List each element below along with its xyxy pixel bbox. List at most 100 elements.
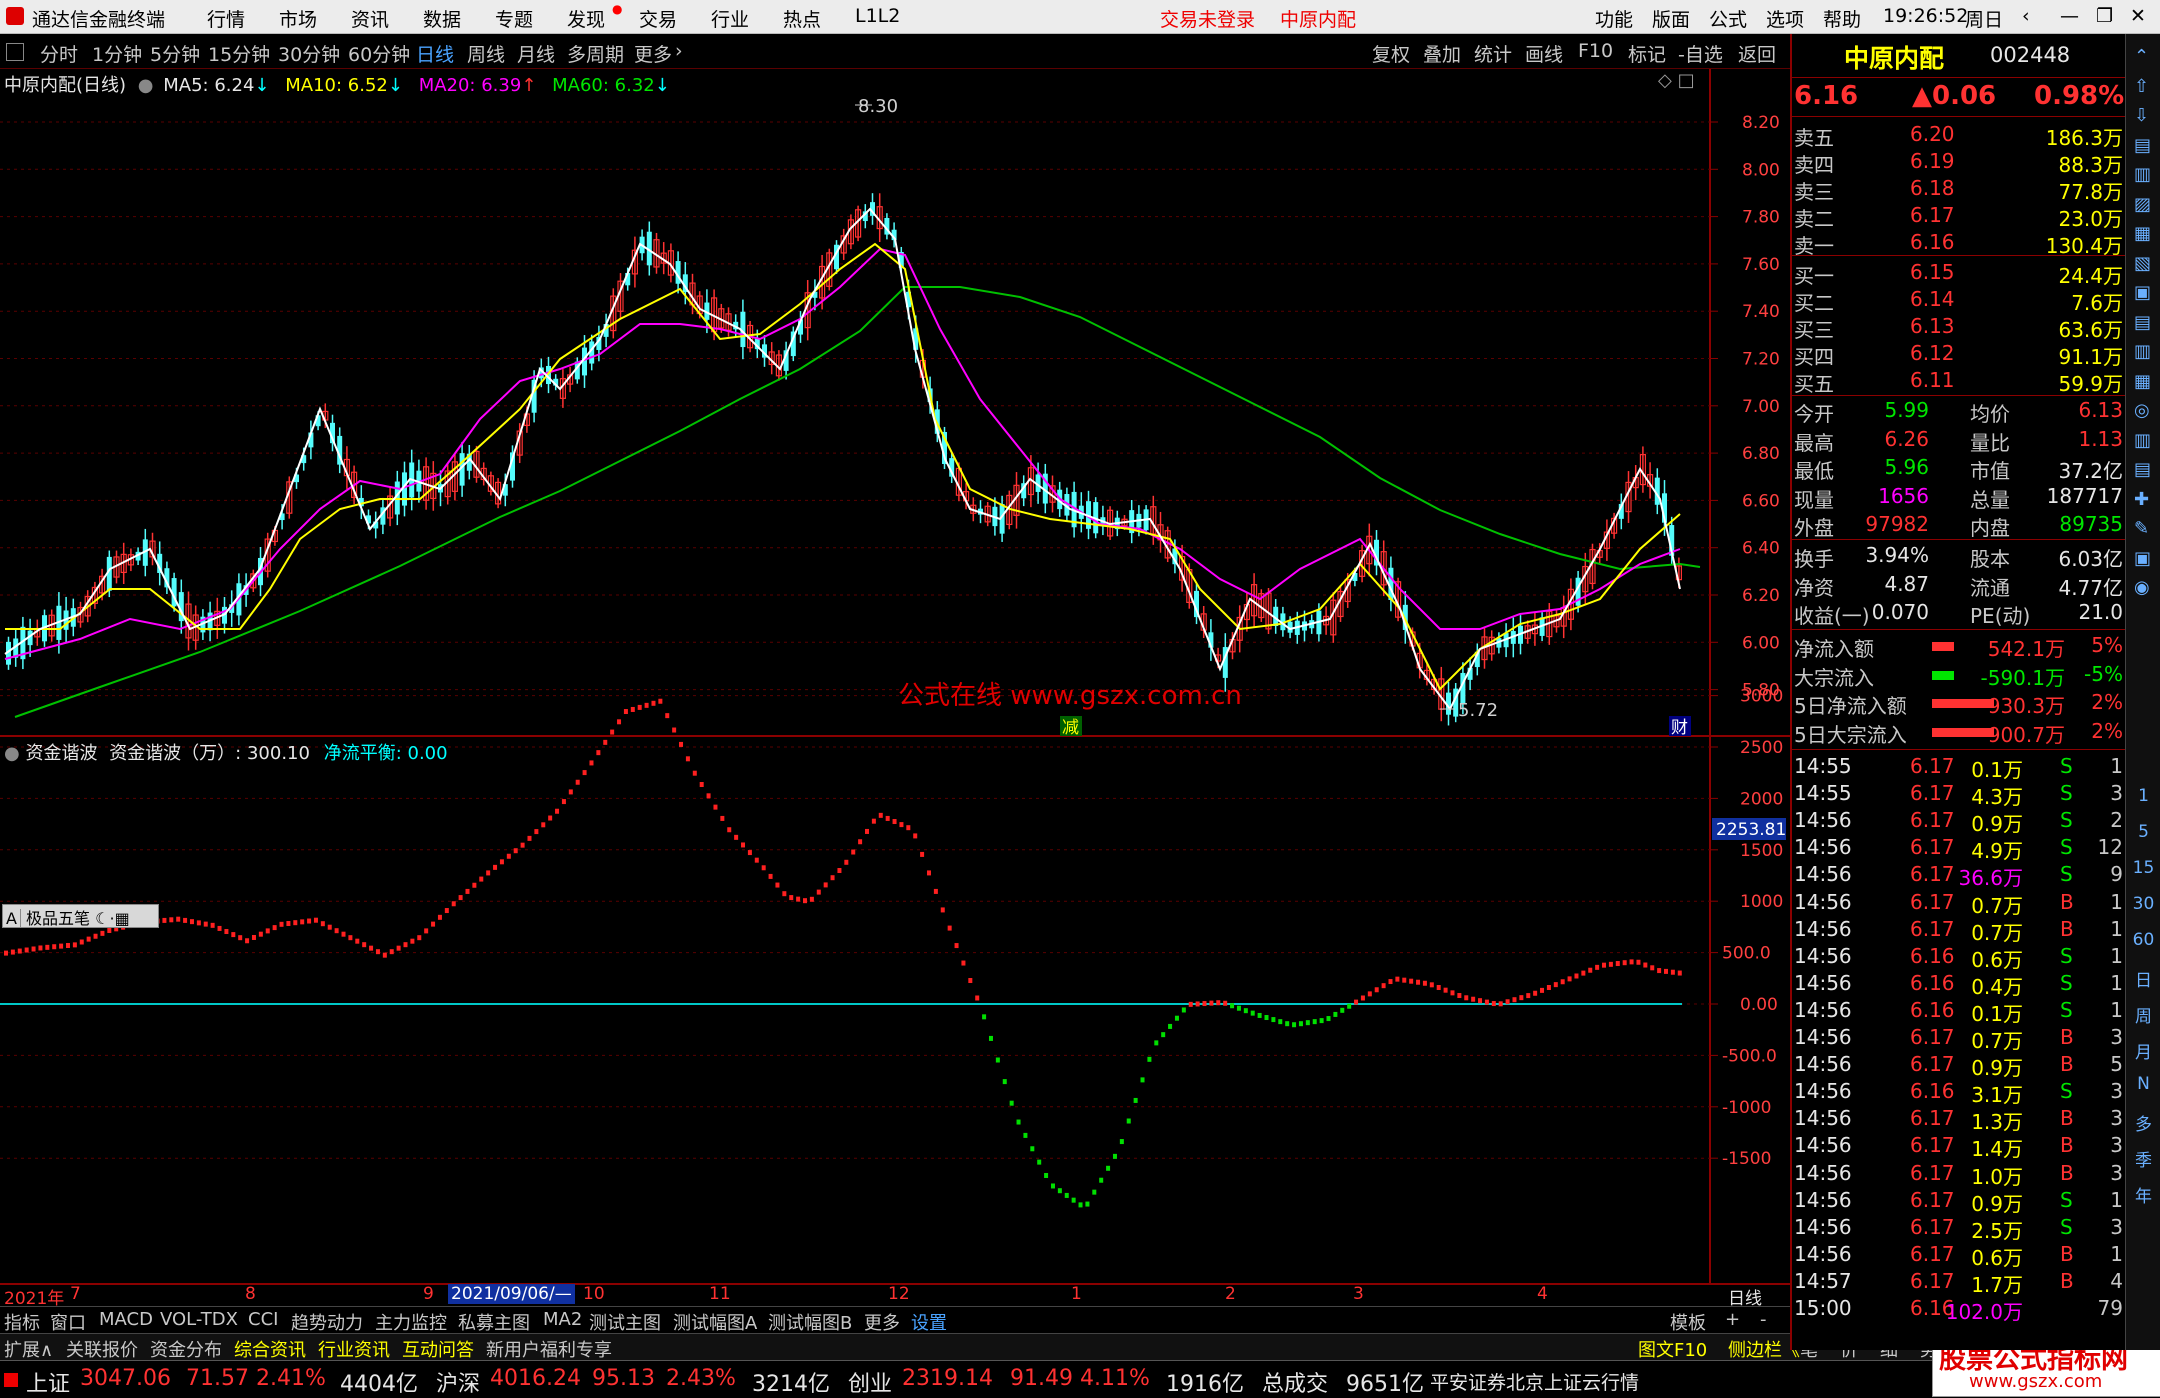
- tab-gengduo[interactable]: 更多: [864, 1309, 900, 1335]
- index-name[interactable]: 沪深: [436, 1366, 480, 1398]
- pen-icon[interactable]: ✎: [2134, 518, 2149, 539]
- trend-icon[interactable]: ▨: [2134, 194, 2151, 215]
- period-shortcut[interactable]: 年: [2126, 1182, 2160, 1207]
- menu-redian[interactable]: 热点: [783, 5, 821, 32]
- restore-icon[interactable]: ❐: [2096, 5, 2113, 27]
- tab-15min[interactable]: 15分钟: [208, 40, 270, 67]
- tab-macd[interactable]: MACD: [99, 1309, 153, 1330]
- period-shortcut[interactable]: N: [2126, 1074, 2160, 1094]
- period-shortcut[interactable]: 周: [2126, 1002, 2160, 1027]
- tab-ceshi-b[interactable]: 测试幅图B: [768, 1309, 852, 1335]
- tool-fanhui[interactable]: 返回: [1738, 40, 1776, 67]
- marker-jian[interactable]: 减: [1062, 718, 1079, 738]
- stock-notice[interactable]: 中原内配: [1280, 5, 1356, 32]
- tab-1min[interactable]: 1分钟: [92, 40, 142, 67]
- tab-60min[interactable]: 60分钟: [348, 40, 410, 67]
- tool-f10[interactable]: F10: [1578, 40, 1613, 62]
- zoom-in-button[interactable]: +: [1725, 1309, 1740, 1330]
- tab-chuangkou[interactable]: 窗口: [50, 1309, 86, 1335]
- tab-30min[interactable]: 30分钟: [278, 40, 340, 67]
- f10-button[interactable]: 图文F10: [1638, 1336, 1707, 1362]
- tab-zhibiao[interactable]: 指标: [4, 1309, 40, 1335]
- tab-ma2[interactable]: MA2: [543, 1309, 582, 1330]
- tab-ceshi-zhutu[interactable]: 测试主图: [589, 1309, 661, 1335]
- chevron-up-icon[interactable]: ⌃: [2134, 46, 2149, 67]
- period-shortcut[interactable]: 60: [2126, 930, 2160, 950]
- menu-banmian[interactable]: 版面: [1652, 5, 1690, 32]
- circle-icon[interactable]: ◎: [2134, 400, 2150, 421]
- fs2-icon[interactable]: ▣: [2134, 548, 2151, 569]
- tab-simu[interactable]: 私募主图: [458, 1309, 530, 1335]
- index-name[interactable]: 上证: [26, 1366, 70, 1398]
- tab-vol-tdx[interactable]: VOL-TDX: [160, 1309, 238, 1330]
- menu-gongshi[interactable]: 公式: [1709, 5, 1747, 32]
- tool-diejia[interactable]: 叠加: [1423, 40, 1461, 67]
- doc-icon[interactable]: ▥: [2134, 341, 2151, 362]
- tab-shezhi[interactable]: 设置: [911, 1309, 947, 1335]
- tab-weekly[interactable]: 周线: [467, 40, 505, 67]
- chart-area[interactable]: 8.30 5.72 公式在线 www.gszx.com.cn 减 财 8.20 8…: [0, 69, 1790, 1306]
- tab-ceshi-a[interactable]: 测试幅图A: [673, 1309, 757, 1335]
- tab-qushi[interactable]: 趋势动力: [291, 1309, 363, 1335]
- menu-xuanxiang[interactable]: 选项: [1766, 5, 1804, 32]
- menu-faxian[interactable]: 发现: [567, 5, 605, 32]
- tab-multi[interactable]: 多周期: [567, 40, 624, 67]
- bars-icon[interactable]: ▥: [2134, 430, 2151, 451]
- arrow-up-icon[interactable]: ⇧: [2134, 76, 2149, 97]
- menu-bangzhu[interactable]: 帮助: [1823, 5, 1861, 32]
- menu-l1l2[interactable]: L1L2: [855, 5, 900, 27]
- menu-zixun[interactable]: 资讯: [351, 5, 389, 32]
- tab-hudong[interactable]: 互动问答: [402, 1336, 474, 1362]
- minimize-icon[interactable]: —: [2060, 5, 2079, 27]
- square-icon[interactable]: □: [1678, 70, 1695, 91]
- arrow-down-icon[interactable]: ⇩: [2134, 105, 2149, 126]
- tool-huaxian[interactable]: 画线: [1525, 40, 1563, 67]
- period-shortcut[interactable]: 月: [2126, 1038, 2160, 1063]
- settings-circle-icon[interactable]: ●: [4, 743, 20, 764]
- candle-icon[interactable]: ▦: [2134, 223, 2151, 244]
- menu-hangqing[interactable]: 行情: [207, 5, 245, 32]
- menu-zhuanti[interactable]: 专题: [495, 5, 533, 32]
- tool-fuquan[interactable]: 复权: [1372, 40, 1410, 67]
- tab-cci[interactable]: CCI: [248, 1309, 278, 1330]
- period-shortcut[interactable]: 5: [2126, 822, 2160, 842]
- tab-zhuli[interactable]: 主力监控: [375, 1309, 447, 1335]
- tab-more[interactable]: 更多: [634, 40, 672, 67]
- diamond-icon[interactable]: ◇: [1658, 70, 1672, 91]
- period-shortcut[interactable]: 季: [2126, 1146, 2160, 1171]
- menu-hangye[interactable]: 行业: [711, 5, 749, 32]
- grid-icon[interactable]: ▧: [2134, 253, 2151, 274]
- tab-monthly[interactable]: 月线: [517, 40, 555, 67]
- period-shortcut[interactable]: 多: [2126, 1110, 2160, 1135]
- period-shortcut[interactable]: 30: [2126, 894, 2160, 914]
- fs-icon[interactable]: ▦: [2134, 371, 2151, 392]
- toggle-panel-icon[interactable]: [6, 43, 24, 61]
- tab-kuozhan[interactable]: 扩展∧: [4, 1336, 53, 1362]
- tab-hangye-zixun[interactable]: 行业资讯: [318, 1336, 390, 1362]
- tool-tongji[interactable]: 统计: [1474, 40, 1512, 67]
- close-icon[interactable]: ✕: [2130, 5, 2146, 27]
- menu-shichang[interactable]: 市场: [279, 5, 317, 32]
- trade-login-notice[interactable]: 交易未登录: [1160, 5, 1255, 32]
- tab-guanlian[interactable]: 关联报价: [66, 1336, 138, 1362]
- template-button[interactable]: 模板: [1670, 1309, 1706, 1335]
- zoom-out-button[interactable]: -: [1760, 1309, 1767, 1330]
- table-icon[interactable]: ▤: [2134, 312, 2151, 333]
- menu-shuju[interactable]: 数据: [423, 5, 461, 32]
- tool-biaoji[interactable]: 标记: [1628, 40, 1666, 67]
- tab-daily[interactable]: 日线: [416, 40, 454, 67]
- period-shortcut[interactable]: 日: [2126, 966, 2160, 991]
- period-shortcut[interactable]: 1: [2126, 786, 2160, 806]
- cross-icon[interactable]: ✚: [2134, 489, 2149, 510]
- rsi-icon[interactable]: ▤: [2134, 459, 2151, 480]
- ime-moon-icon[interactable]: ☾: [95, 909, 109, 928]
- tab-fenshi[interactable]: 分时: [40, 40, 78, 67]
- chevron-right-icon[interactable]: ›: [675, 40, 683, 62]
- ime-widget[interactable]: A 极品五笔 ☾·▦: [2, 904, 159, 928]
- menu-gongneng[interactable]: 功能: [1595, 5, 1633, 32]
- marker-cai[interactable]: 财: [1671, 718, 1688, 738]
- info-icon[interactable]: ◉: [2134, 577, 2150, 598]
- chart-icon[interactable]: ▤: [2134, 135, 2151, 156]
- back-icon[interactable]: ‹: [2022, 5, 2030, 27]
- tab-zijin[interactable]: 资金分布: [150, 1336, 222, 1362]
